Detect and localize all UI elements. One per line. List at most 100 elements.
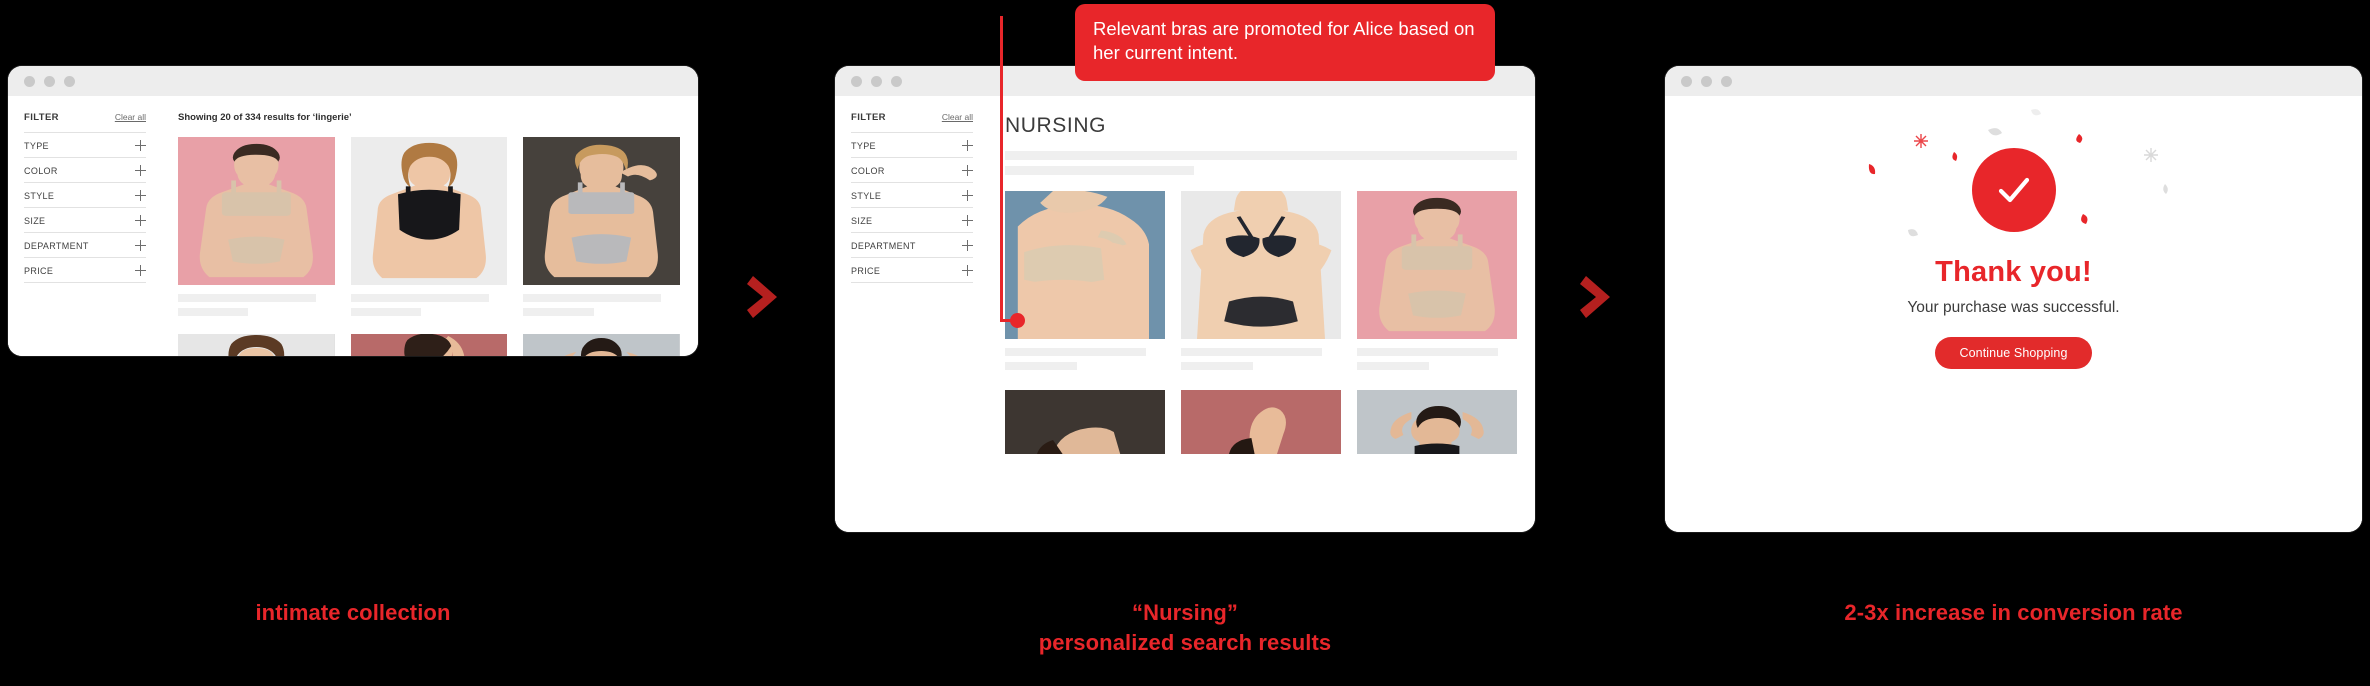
facet-label: TYPE (851, 140, 876, 151)
plus-icon[interactable] (135, 215, 146, 226)
facet-color[interactable]: COLOR (24, 157, 146, 182)
product-image[interactable] (1181, 191, 1341, 339)
product-price-skeleton (1181, 362, 1253, 370)
continue-shopping-button[interactable]: Continue Shopping (1935, 337, 2092, 369)
callout-text: Relevant bras are promoted for Alice bas… (1093, 18, 1475, 64)
product-price-skeleton (1005, 362, 1077, 370)
product-title-skeleton (350, 294, 489, 302)
product-image[interactable] (350, 137, 508, 285)
category-desc-skeleton-2 (1005, 166, 1195, 175)
product-card[interactable] (1181, 191, 1341, 370)
search-results-area: Showing 20 of 334 results for ‘lingerie’ (160, 96, 698, 356)
maximize-dot[interactable] (891, 75, 902, 87)
product-image[interactable] (178, 334, 335, 356)
product-card[interactable] (1005, 390, 1165, 454)
minimize-dot[interactable] (44, 75, 55, 87)
filter-sidebar-search: FILTER Clear all TYPE COLOR STYLE SIZE D… (8, 96, 160, 356)
filter-header: FILTER Clear all (851, 112, 973, 132)
facet-label: SIZE (24, 215, 46, 226)
plus-icon[interactable] (135, 240, 146, 251)
facet-price[interactable]: PRICE (24, 257, 146, 282)
plus-icon[interactable] (135, 190, 146, 201)
product-image[interactable] (178, 137, 335, 285)
product-image[interactable] (1357, 390, 1517, 454)
facet-size[interactable]: SIZE (24, 207, 146, 232)
product-title-skeleton (1005, 348, 1146, 356)
category-desc-skeleton-1 (1005, 151, 1517, 160)
clear-all-link[interactable]: Clear all (942, 112, 973, 122)
product-card[interactable] (178, 137, 335, 316)
caption-left: intimate collection (255, 600, 451, 625)
product-title-skeleton (1357, 348, 1498, 356)
product-card[interactable] (1005, 191, 1165, 370)
filter-title: FILTER (24, 112, 59, 123)
product-card[interactable] (1357, 191, 1517, 370)
close-dot[interactable] (24, 75, 35, 87)
minimize-dot[interactable] (1701, 75, 1712, 87)
thank-you-panel: Thank you! Your purchase was successful.… (1665, 96, 2362, 532)
filter-sidebar-category: FILTER Clear all TYPE COLOR STYLE SIZE D… (835, 96, 987, 532)
close-dot[interactable] (1681, 75, 1692, 87)
filter-header: FILTER Clear all (24, 112, 146, 132)
plus-icon[interactable] (962, 190, 973, 201)
facet-style[interactable]: STYLE (24, 182, 146, 207)
close-dot[interactable] (851, 75, 862, 87)
product-image[interactable] (1005, 390, 1165, 454)
titlebar-thanks (1665, 66, 2362, 96)
plus-icon[interactable] (962, 165, 973, 176)
product-card[interactable] (523, 137, 680, 316)
facet-label: STYLE (24, 190, 55, 201)
flow-arrow-1 (745, 272, 787, 322)
product-card[interactable] (1181, 390, 1341, 454)
browser-window-search: FILTER Clear all TYPE COLOR STYLE SIZE D… (8, 66, 698, 356)
plus-icon[interactable] (962, 240, 973, 251)
product-image[interactable] (1005, 191, 1165, 339)
thank-you-subtitle: Your purchase was successful. (1907, 299, 2120, 316)
caption-middle: “Nursing” personalized search results (1038, 600, 1332, 656)
success-check-badge (1971, 148, 2056, 232)
facet-label: PRICE (851, 265, 881, 276)
filter-title: FILTER (851, 112, 886, 123)
product-card[interactable] (350, 334, 508, 356)
category-results-area: NURSING (987, 96, 1535, 532)
maximize-dot[interactable] (1721, 75, 1732, 87)
facet-department[interactable]: DEPARTMENT (24, 232, 146, 257)
facet-label: STYLE (851, 190, 882, 201)
product-image[interactable] (523, 334, 680, 356)
facet-price[interactable]: PRICE (851, 257, 973, 282)
plus-icon[interactable] (135, 265, 146, 276)
plus-icon[interactable] (962, 215, 973, 226)
thanks-window-body: Thank you! Your purchase was successful.… (1665, 96, 2362, 532)
facet-label: COLOR (24, 165, 58, 176)
facet-style[interactable]: STYLE (851, 182, 973, 207)
plus-icon[interactable] (962, 140, 973, 151)
plus-icon[interactable] (135, 140, 146, 151)
minimize-dot[interactable] (871, 75, 882, 87)
product-image[interactable] (350, 334, 508, 356)
facet-label: DEPARTMENT (851, 240, 916, 251)
product-card[interactable] (523, 334, 680, 356)
product-image[interactable] (1181, 390, 1341, 454)
product-grid-row1 (1005, 191, 1517, 370)
product-card[interactable] (178, 334, 335, 356)
callout-anchor-dot (1010, 313, 1025, 328)
facet-size[interactable]: SIZE (851, 207, 973, 232)
facet-divider-bottom (24, 282, 146, 283)
facet-department[interactable]: DEPARTMENT (851, 232, 973, 257)
facet-color[interactable]: COLOR (851, 157, 973, 182)
facet-label: COLOR (851, 165, 885, 176)
facet-type[interactable]: TYPE (24, 132, 146, 157)
clear-all-link[interactable]: Clear all (115, 112, 146, 122)
product-card[interactable] (350, 137, 508, 316)
facet-label: PRICE (24, 265, 54, 276)
facet-type[interactable]: TYPE (851, 132, 973, 157)
plus-icon[interactable] (962, 265, 973, 276)
product-image[interactable] (523, 137, 680, 285)
product-card[interactable] (1357, 390, 1517, 454)
plus-icon[interactable] (135, 165, 146, 176)
product-grid-row2 (178, 334, 680, 356)
search-window-body: FILTER Clear all TYPE COLOR STYLE SIZE D… (8, 96, 698, 356)
product-image[interactable] (1357, 191, 1517, 339)
browser-window-category: FILTER Clear all TYPE COLOR STYLE SIZE D… (835, 66, 1535, 532)
maximize-dot[interactable] (64, 75, 75, 87)
